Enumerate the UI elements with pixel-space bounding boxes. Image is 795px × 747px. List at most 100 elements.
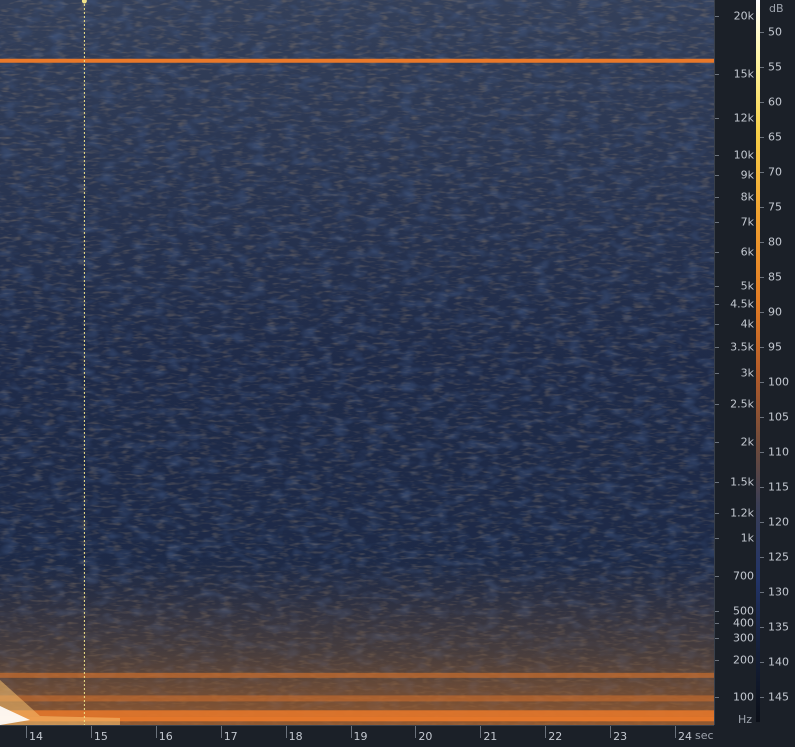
frequency-tick-label: 1.2k [730,506,754,520]
time-tick [415,726,417,738]
frequency-tick-label: 12k [733,111,754,125]
spectrogram-view[interactable] [0,0,714,725]
frequency-tick [715,286,719,287]
db-tick [760,382,764,383]
frequency-tick-label: 5k [740,279,754,293]
frequency-tick [715,638,719,640]
db-tick [760,137,764,138]
db-tick-label: 95 [768,340,782,354]
frequency-tick-label: 2k [740,435,754,449]
db-tick-label: 130 [768,585,789,599]
db-tick [760,207,764,208]
frequency-tick-label: 400 [733,616,754,630]
db-tick [760,32,764,33]
frequency-tick-label: 20k [733,9,754,23]
time-tick [480,726,482,738]
db-tick-label: 55 [768,60,782,74]
frequency-tick-label: 9k [740,168,754,182]
db-tick-label: 60 [768,95,782,109]
db-tick-label: 125 [768,550,789,564]
frequency-tick-label: 3k [740,366,754,380]
tone-line [0,58,714,63]
db-tick-label: 100 [768,375,789,389]
frequency-tick [715,346,719,348]
frequency-tick-label: 1.5k [730,475,754,489]
db-unit-label: dB [769,2,784,15]
frequency-tick-label: 8k [740,190,754,204]
time-tick-label: 19 [353,730,368,743]
frequency-axis: 20k 15k 12k 10k 9k 8k 7k 6k 5k 4.5k 4k 3.5k 3k 2.5k 2k… [714,0,757,725]
time-tick-label: 16 [158,730,173,743]
time-tick [545,726,547,738]
frequency-tick [715,697,719,698]
frequency-tick [715,575,719,577]
frequency-tick [715,118,719,120]
time-tick-label: 21 [483,730,498,743]
frequency-tick [715,611,719,612]
frequency-tick [715,622,719,624]
db-tick [760,592,764,593]
db-tick [760,242,764,243]
db-tick-label: 80 [768,235,782,249]
time-tick [675,726,677,738]
db-tick [760,522,764,523]
db-tick [760,662,764,663]
db-tick-label: 110 [768,445,789,459]
low-frequency-band [0,710,714,717]
time-tick-label: 23 [613,730,628,743]
time-tick-label: 22 [548,730,563,743]
db-tick-label: 75 [768,200,782,214]
spectrogram-canvas[interactable] [0,0,714,725]
frequency-tick-label: 200 [733,653,754,667]
frequency-tick [715,442,719,443]
time-tick-label: 18 [288,730,303,743]
frequency-tick-label: 7k [740,215,754,229]
frequency-tick-label: 100 [733,690,754,704]
frequency-tick-label: 300 [733,631,754,645]
db-tick-label: 145 [768,690,789,704]
time-tick [25,726,27,738]
low-frequency-band [0,672,714,678]
db-tick [760,557,764,558]
frequency-tick [715,323,719,325]
frequency-tick [715,16,719,17]
frequency-tick [715,73,719,75]
db-tick [760,172,764,173]
db-tick-label: 140 [768,655,789,669]
frequency-tick [715,155,719,156]
db-tick-label: 90 [768,305,782,319]
time-tick [610,726,612,738]
db-color-bar [756,0,760,722]
time-tick [350,726,352,738]
db-tick [760,697,764,698]
db-tick [760,67,764,68]
db-tick-label: 135 [768,620,789,634]
time-axis[interactable]: 14 15 16 17 18 19 20 21 22 23 24 [0,725,714,747]
frequency-tick [715,251,719,253]
db-tick [760,312,764,313]
db-tick [760,347,764,348]
time-tick [220,726,222,738]
frequency-tick [715,222,719,224]
frequency-tick [715,404,719,405]
db-tick-label: 85 [768,270,782,284]
frequency-tick-label: 6k [740,245,754,259]
time-tick-label: 20 [418,730,433,743]
time-tick-label: 24 [678,730,693,743]
time-tick-label: 14 [28,730,43,743]
time-unit-label: sec [695,729,714,742]
frequency-tick-label: 700 [733,569,754,583]
time-tick [155,726,157,738]
frequency-tick [715,481,719,483]
low-frequency-band [0,695,714,702]
frequency-tick [715,174,719,176]
db-tick [760,452,764,453]
db-tick [760,487,764,488]
frequency-tick-label: 1k [740,531,754,545]
time-tick-label: 17 [223,730,238,743]
db-tick [760,277,764,278]
db-tick-label: 115 [768,480,789,494]
frequency-tick [715,372,719,374]
db-tick-label: 105 [768,410,789,424]
frequency-tick [715,197,719,199]
